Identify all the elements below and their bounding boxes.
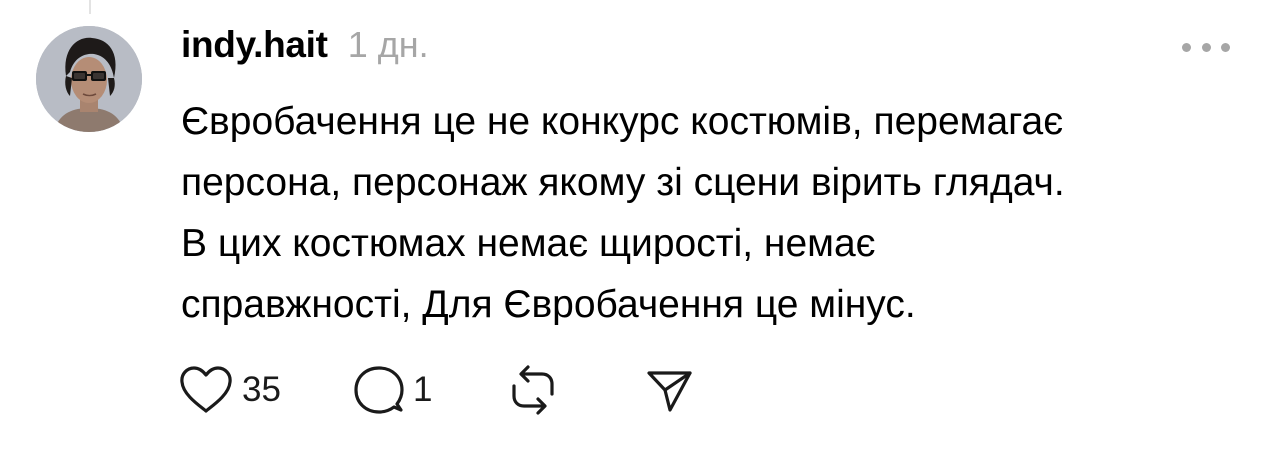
reply-button[interactable]: 1 [353,364,432,416]
send-icon [644,365,694,415]
post-text-line: справжності, Для Євробачення це мінус. [181,283,916,326]
post-actions: 35 1 [178,361,694,419]
repost-button[interactable] [508,364,558,416]
more-horizontal-icon-dot [1201,42,1211,52]
like-count: 35 [242,370,281,409]
post-text-line: В цих костюмах немає щирості, немає [181,222,876,265]
post-header: indy.hait 1 дн. [181,24,429,70]
more-horizontal-icon-dot [1221,42,1230,52]
username[interactable]: indy.hait [181,24,328,66]
more-horizontal-icon [1182,42,1191,52]
comment-icon [353,364,405,416]
avatar[interactable] [36,26,142,132]
reply-count: 1 [412,370,433,409]
like-button[interactable]: 35 [178,365,281,415]
post-text-line: персона, персонаж якому зі сцени вірить … [181,161,1065,204]
post-text-line: Євробачення це не конкурс костюмів, пере… [181,100,1064,143]
post-text: Євробачення це не конкурс костюмів, пере… [181,91,1251,335]
repost-icon [508,364,558,416]
thread-connector-line [89,0,91,14]
more-options-button[interactable] [1182,36,1230,58]
avatar-image [36,26,142,132]
timestamp[interactable]: 1 дн. [348,24,429,66]
share-button[interactable] [644,365,694,415]
heart-icon [178,365,234,415]
